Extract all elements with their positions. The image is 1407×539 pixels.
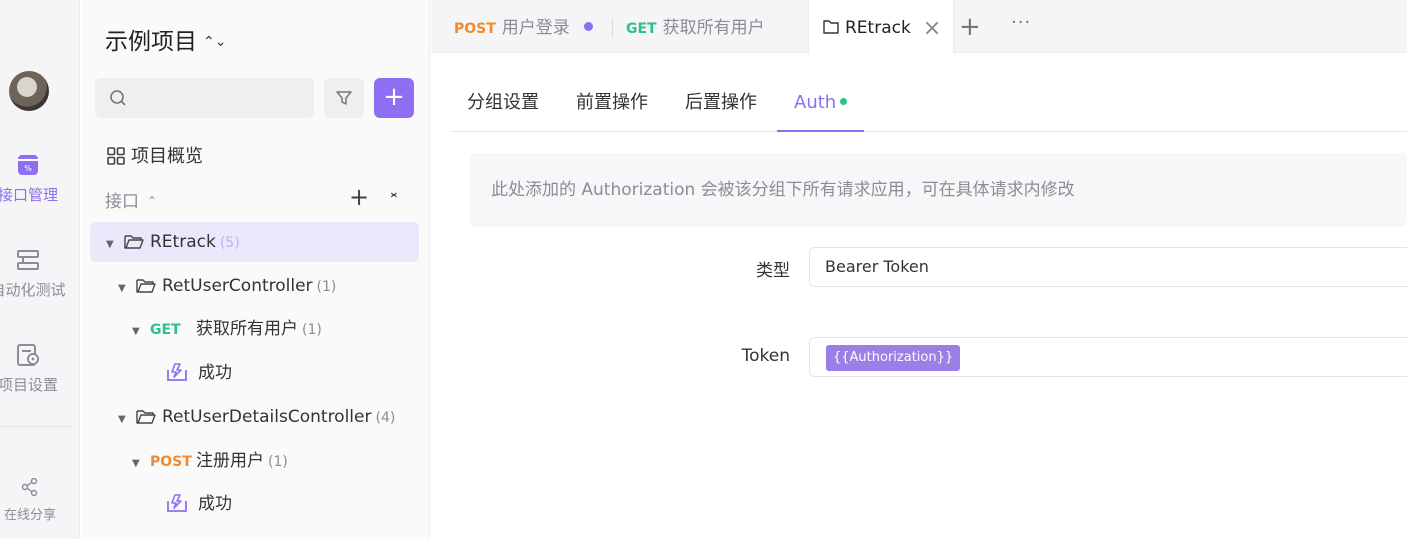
subtab-label: Auth	[794, 92, 837, 113]
tab-post-operations[interactable]: 后置操作	[668, 78, 774, 132]
rail-item-label: 项目设置	[0, 376, 58, 394]
token-input[interactable]: {{Authorization}}	[809, 337, 1407, 377]
tab-bar: POST 用户登录 GET 获取所有用户 REtrack × + ···	[431, 0, 1407, 54]
avatar[interactable]	[9, 71, 49, 111]
tree-count: (1)	[316, 279, 337, 295]
subtab-label: 分组设置	[467, 92, 539, 113]
tree-folder-retusercontroller[interactable]: ▼ RetUserController (1)	[118, 266, 336, 306]
auth-type-select[interactable]: Bearer Token	[809, 247, 1407, 287]
tab-separator	[612, 18, 613, 38]
caret-down-icon[interactable]: ▼	[118, 269, 136, 309]
settings-icon	[17, 344, 39, 366]
rail-item-api-management[interactable]: % 接口管理	[0, 154, 76, 205]
filter-button[interactable]	[324, 78, 364, 118]
unsaved-dot-icon	[583, 22, 593, 31]
tab-label: 获取所有用户	[662, 18, 765, 38]
section-label[interactable]: 接口	[105, 192, 139, 212]
tree-count: (1)	[268, 454, 288, 470]
tree-count: (1)	[302, 322, 322, 338]
search-input[interactable]	[135, 78, 305, 118]
test-case-icon	[167, 494, 187, 512]
grid-icon	[107, 147, 125, 165]
share-label: 在线分享	[3, 508, 56, 523]
tab-label: 用户登录	[501, 18, 570, 38]
subtab-label: 后置操作	[685, 92, 757, 113]
close-icon[interactable]: ×	[923, 16, 941, 41]
share-online-button[interactable]: 在线分享	[0, 477, 60, 523]
collapse-all-icon[interactable]: ⌄ ⌃	[388, 185, 400, 207]
tree-count: (4)	[375, 410, 396, 426]
rail-item-project-settings[interactable]: 项目设置	[0, 344, 76, 395]
tree-label: 成功	[198, 494, 232, 514]
left-rail: % 接口管理 自动化测试 项目设置 在线分享	[0, 0, 80, 539]
tree-label: 获取所有用户	[196, 319, 298, 339]
tree-case-success[interactable]: 成功	[166, 484, 232, 524]
folder-icon	[823, 20, 839, 34]
svg-text:%: %	[24, 164, 32, 173]
token-variable-chip[interactable]: {{Authorization}}	[826, 345, 961, 371]
tab-label: REtrack	[845, 18, 911, 38]
group-settings-tabs: 分组设置 前置操作 后置操作 Auth	[450, 78, 1407, 132]
caret-down-icon[interactable]: ▼	[132, 444, 150, 484]
auth-hint: 此处添加的 Authorization 会被该分组下所有请求应用，可在具体请求内…	[470, 153, 1407, 227]
tree-folder-retuserdetailscontroller[interactable]: ▼ RetUserDetailsController (4)	[118, 397, 395, 437]
token-label: Token	[741, 346, 790, 366]
tree-api-register-user[interactable]: ▼ POST 注册用户 (1)	[132, 441, 288, 481]
rail-divider	[0, 426, 72, 427]
project-overview-link[interactable]: 项目概览	[107, 142, 203, 168]
interface-section-header: 接口 ⌃ + ⌄ ⌃	[105, 183, 405, 212]
tab-get-all-users[interactable]: GET 获取所有用户	[626, 0, 765, 53]
caret-down-icon[interactable]: ▼	[106, 225, 124, 265]
folder-open-icon	[124, 235, 144, 249]
api-management-icon: %	[17, 154, 39, 176]
tab-pre-operations[interactable]: 前置操作	[559, 78, 665, 132]
search-box[interactable]	[95, 78, 314, 118]
tree-folder-retrack[interactable]: ▼ REtrack (5)	[90, 222, 419, 262]
search-icon	[109, 89, 127, 111]
folder-open-icon	[136, 279, 156, 293]
subtab-label: 前置操作	[576, 92, 648, 113]
tree-label: 成功	[198, 363, 232, 383]
tab-group-settings[interactable]: 分组设置	[450, 78, 556, 132]
switch-project-icon: ⌃⌄	[203, 34, 227, 50]
tree-count: (5)	[219, 235, 240, 251]
tree-label: REtrack	[150, 232, 216, 252]
configured-dot-icon	[840, 98, 848, 105]
method-badge: POST	[454, 21, 496, 37]
test-case-icon	[167, 363, 187, 381]
auth-type-value: Bearer Token	[825, 257, 929, 276]
caret-down-icon[interactable]: ▼	[132, 312, 150, 352]
project-switcher[interactable]: 示例项目 ⌃⌄	[105, 22, 226, 56]
method-badge: GET	[626, 21, 657, 37]
add-interface-button[interactable]: +	[349, 183, 369, 211]
rail-item-label: 接口管理	[0, 186, 58, 204]
tab-retrack[interactable]: REtrack ×	[808, 0, 955, 54]
tree-label: RetUserController	[162, 276, 313, 296]
new-tab-button[interactable]: +	[959, 12, 981, 42]
type-label: 类型	[756, 261, 790, 281]
chevron-up-icon[interactable]: ⌃	[147, 194, 157, 208]
rail-item-label: 自动化测试	[0, 281, 66, 299]
tree-label: RetUserDetailsController	[162, 407, 372, 427]
tree-label: 注册用户	[196, 451, 264, 471]
folder-open-icon	[136, 410, 156, 424]
overview-label: 项目概览	[131, 146, 203, 167]
project-title: 示例项目	[105, 29, 197, 55]
plus-icon: +	[383, 82, 405, 112]
more-icon[interactable]: ···	[1011, 12, 1031, 33]
automation-icon	[17, 249, 39, 271]
tree-case-success[interactable]: 成功	[166, 353, 232, 393]
tab-post-user-login[interactable]: POST 用户登录	[454, 0, 593, 53]
method-badge: POST	[150, 454, 192, 470]
method-badge: GET	[150, 322, 181, 338]
caret-down-icon[interactable]: ▼	[118, 400, 136, 440]
tree-api-get-all-users[interactable]: ▼ GET 获取所有用户 (1)	[132, 309, 322, 349]
filter-icon	[336, 91, 352, 105]
tab-auth[interactable]: Auth	[777, 78, 865, 132]
rail-item-automation[interactable]: 自动化测试	[0, 249, 76, 300]
share-icon	[0, 477, 60, 500]
add-button[interactable]: +	[374, 78, 414, 118]
sidebar: 示例项目 ⌃⌄ + 项目概览 接口 ⌃ + ⌄ ⌃ ▼ REtrack (5) ▼ RetU…	[81, 0, 430, 539]
